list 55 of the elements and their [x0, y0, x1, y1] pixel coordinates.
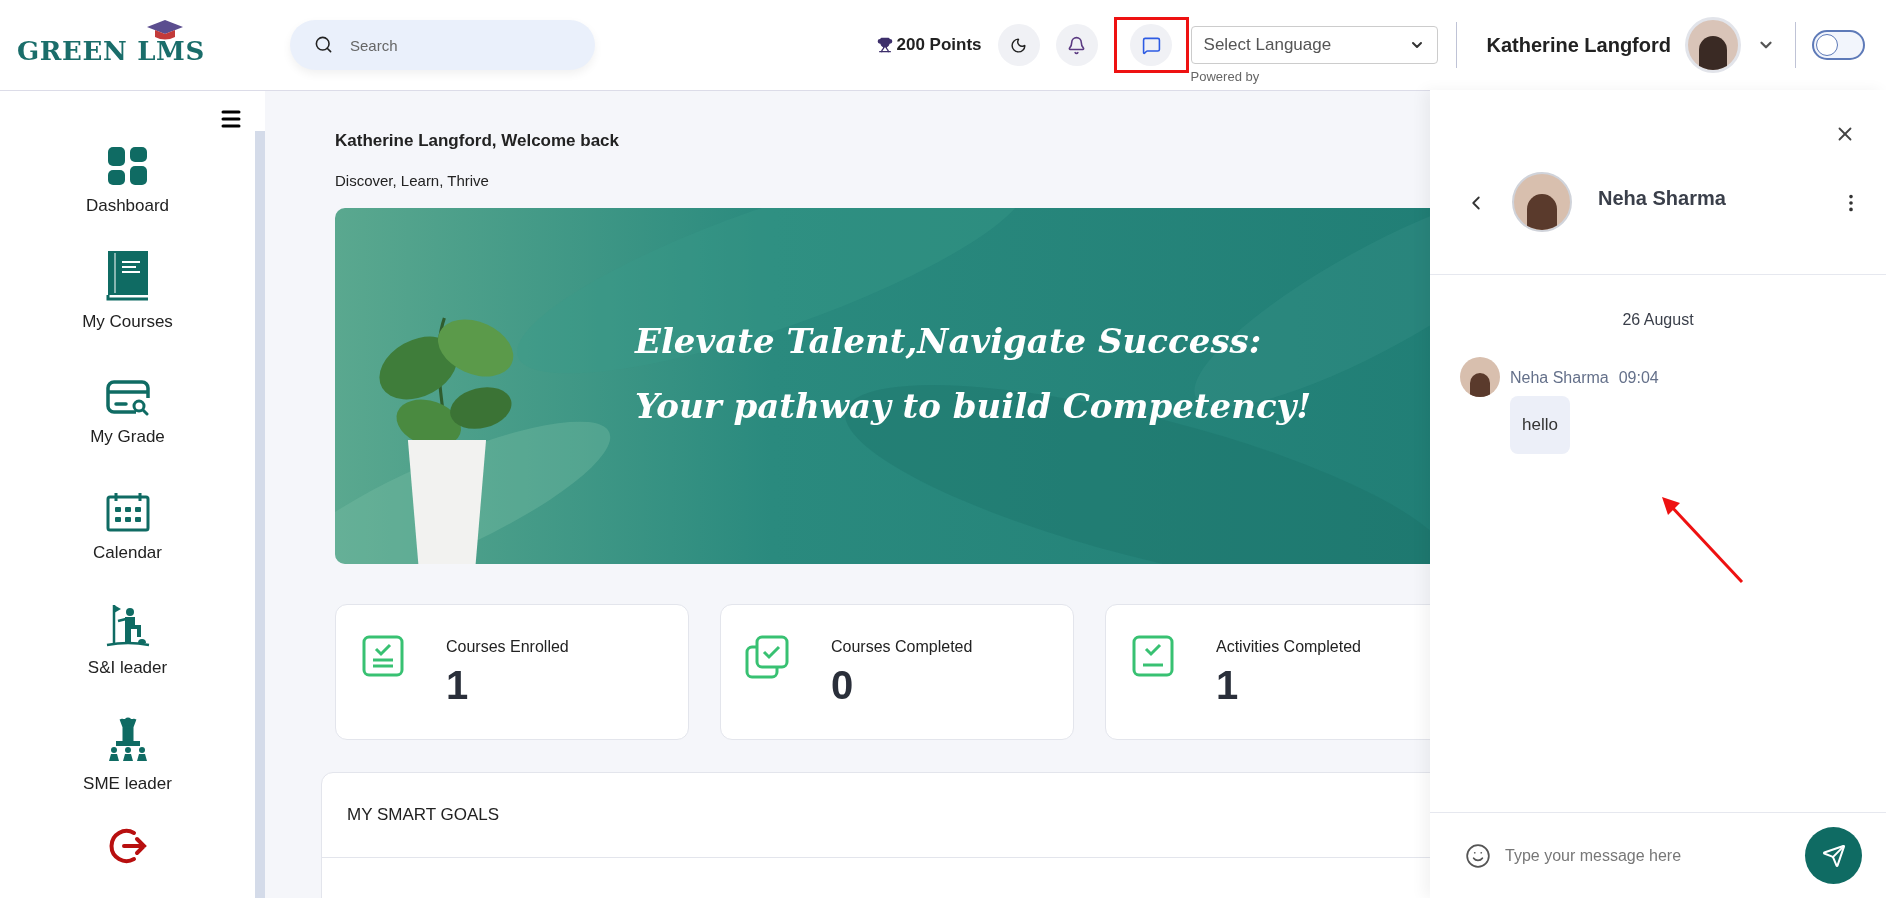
user-avatar[interactable]	[1685, 17, 1741, 73]
emoji-icon[interactable]	[1465, 842, 1491, 869]
sidebar-item[interactable]: My Courses	[47, 248, 208, 334]
search-icon	[314, 35, 333, 54]
sidebar-item[interactable]: SME leader	[47, 710, 208, 796]
scrollbar[interactable]	[255, 131, 265, 898]
stat-value: 1	[446, 662, 470, 709]
trophy-icon	[876, 37, 893, 53]
section-title: MY SMART GOALS	[347, 804, 500, 827]
sender-avatar	[1460, 357, 1500, 397]
sidebar-item[interactable]: Dashboard	[47, 133, 208, 219]
sender-name: Neha Sharma	[1510, 368, 1609, 388]
stat-label: Courses Completed	[831, 637, 973, 657]
stat-label: Activities Completed	[1216, 637, 1361, 657]
stat-value: 1	[1216, 662, 1240, 709]
moon-icon	[1010, 36, 1028, 54]
powered-by-text: Powered by	[1190, 68, 1260, 86]
grid-icon	[107, 147, 148, 185]
book-icon	[105, 250, 150, 301]
send-button[interactable]	[1805, 827, 1862, 884]
points-label: 200 Points	[896, 34, 982, 57]
figure-flag-icon	[105, 603, 150, 647]
welcome-heading: Katherine Langford, Welcome back	[335, 130, 621, 152]
notification-button[interactable]	[1055, 24, 1098, 66]
message-time: 09:04	[1618, 368, 1659, 388]
send-icon	[1821, 843, 1846, 868]
message-input[interactable]: Type your message here	[1505, 843, 1791, 868]
date-divider: 26 August	[1622, 310, 1694, 330]
language-select[interactable]: Select Language	[1190, 26, 1438, 64]
contact-avatar	[1512, 172, 1572, 232]
sidebar-item[interactable]: S&I leader	[47, 595, 208, 681]
banner-headline: Elevate Talent,Navigate Success:	[635, 320, 1263, 363]
stat-label: Courses Enrolled	[446, 637, 569, 657]
stat-value: 0	[831, 662, 855, 709]
message-bubble: hello	[1510, 396, 1570, 454]
logo[interactable]: GREEN LMS	[17, 19, 205, 71]
logout-icon[interactable]	[107, 826, 148, 866]
calendar-icon	[105, 491, 150, 532]
card-search-icon	[105, 380, 150, 416]
sidebar-item[interactable]: My Grade	[47, 364, 208, 450]
theme-toggle[interactable]	[1812, 30, 1865, 60]
stacked-check-icon	[745, 635, 791, 681]
chat-bubble-icon	[1141, 35, 1161, 55]
graduation-cap-icon	[146, 19, 183, 40]
checklist-icon	[362, 635, 404, 677]
sidebar-item[interactable]: Calendar	[47, 479, 208, 565]
chat-button[interactable]	[1130, 24, 1173, 66]
tagline: Discover, Learn, Thrive	[335, 170, 490, 191]
dark-mode-button[interactable]	[997, 24, 1040, 66]
bell-icon	[1067, 35, 1087, 55]
contact-name: Neha Sharma	[1598, 186, 1726, 211]
banner-headline: Your pathway to build Competency!	[635, 385, 1313, 428]
check-box-icon	[1132, 635, 1174, 677]
user-name: Katherine Langford	[1486, 33, 1671, 58]
search-field[interactable]: Search	[290, 20, 595, 70]
